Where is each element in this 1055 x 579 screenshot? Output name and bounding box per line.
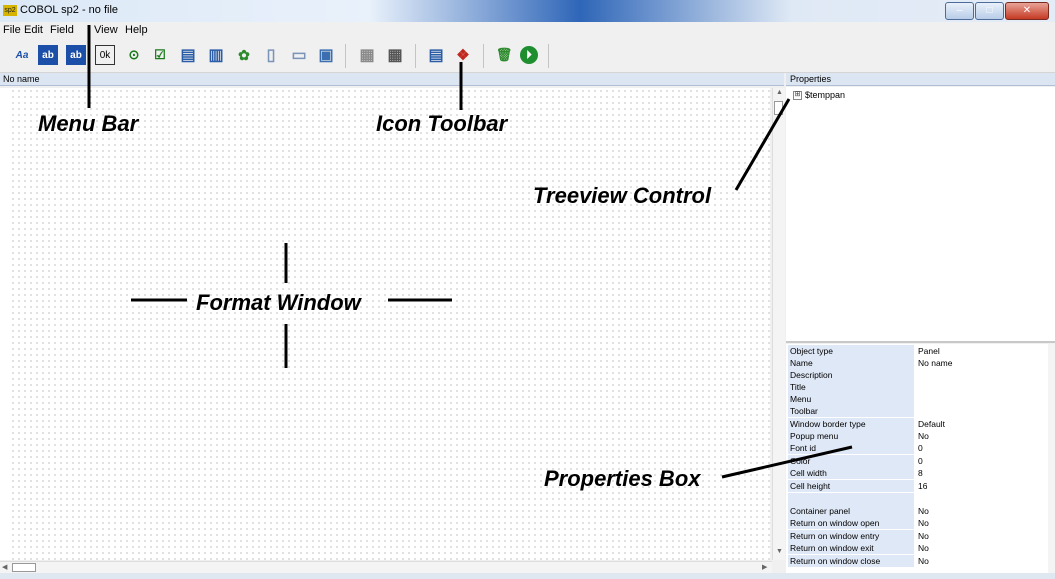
properties-pointer xyxy=(721,445,853,479)
callout-icon-toolbar: Icon Toolbar xyxy=(376,111,508,136)
callout-format-window: Format Window xyxy=(196,290,361,315)
callout-properties-box: Properties Box xyxy=(544,466,701,491)
treeview-pointer xyxy=(734,98,791,191)
annotation-lines xyxy=(87,25,853,479)
callout-menu-bar: Menu Bar xyxy=(38,111,139,136)
callout-treeview-control: Treeview Control xyxy=(533,183,712,208)
